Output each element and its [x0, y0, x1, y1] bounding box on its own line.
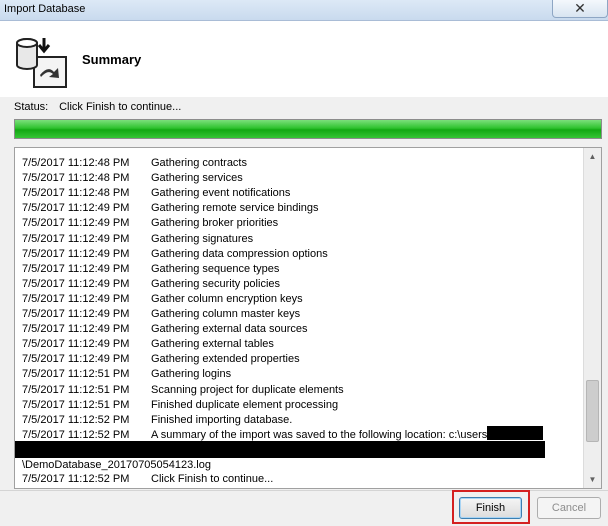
log-timestamp: 7/5/2017 11:12:49 PM [22, 202, 130, 215]
scrollbar-thumb[interactable] [586, 380, 599, 442]
log-row: 7/5/2017 11:12:49 PM Gathering extended p… [15, 352, 583, 367]
log-timestamp: 7/5/2017 11:12:49 PM [22, 308, 130, 320]
status-text: Click Finish to continue... [59, 101, 182, 113]
log-row: 7/5/2017 11:12:51 PM Gathering logins [15, 367, 583, 382]
log-message: Finished importing database. [151, 413, 293, 426]
log-message: Gathering column master keys [151, 308, 301, 320]
redaction-bar [15, 441, 545, 458]
log-row: 7/5/2017 11:12:49 PM Gathering security p… [15, 277, 583, 292]
log-row: 7/5/2017 11:12:49 PM Gathering broker pri… [15, 216, 583, 231]
log-message: Gathering sequence types [151, 262, 280, 275]
log-timestamp: 7/5/2017 11:12:52 PM [22, 413, 130, 426]
log-timestamp: 7/5/2017 11:12:48 PM [22, 157, 130, 169]
log-message: Gathering remote service bindings [151, 202, 319, 215]
log-message: Scanning project for duplicate elements [151, 383, 344, 396]
log-timestamp: 7/5/2017 11:12:49 PM [22, 338, 130, 351]
log-message: Gathering external data sources [151, 323, 308, 336]
log-row: 7/5/2017 11:12:49 PM Gathering external d… [15, 322, 583, 337]
log-row: 7/5/2017 11:12:51 PM Finished duplicate e… [15, 398, 583, 413]
log-row: 7/5/2017 11:12:49 PM Gather column encryp… [15, 292, 583, 307]
log-timestamp: 7/5/2017 11:12:49 PM [22, 292, 130, 305]
log-row: 7/5/2017 11:12:49 PM Gathering external t… [15, 337, 583, 352]
log-path-continuation: \DemoDatabase_20170705054123.log [22, 459, 211, 471]
log-row: 7/5/2017 11:12:49 PM Gathering sequence t… [15, 262, 583, 277]
window-title: Import Database [4, 3, 86, 15]
log-timestamp: 7/5/2017 11:12:52 PM [22, 473, 130, 485]
log-row: 7/5/2017 11:12:48 PM Gathering contracts [15, 156, 583, 171]
wizard-header: Summary [0, 21, 608, 97]
cancel-button[interactable]: Cancel [537, 497, 601, 519]
log-row: 7/5/2017 11:12:49 PM Gathering column mas… [15, 307, 583, 322]
vertical-scrollbar[interactable]: ▲ ▼ [583, 148, 601, 488]
log-message: Gathering external tables [151, 338, 274, 351]
log-timestamp: 7/5/2017 11:12:49 PM [22, 353, 130, 366]
log-message: Click Finish to continue... [151, 473, 274, 485]
scroll-clip [15, 148, 583, 152]
database-import-icon [16, 38, 67, 88]
log-timestamp: 7/5/2017 11:12:48 PM [22, 172, 130, 185]
log-message: Gathering security policies [151, 277, 281, 290]
log-timestamp: 7/5/2017 11:12:49 PM [22, 232, 130, 245]
log-timestamp: 7/5/2017 11:12:49 PM [22, 217, 130, 230]
status-row: Status: Click Finish to continue... [14, 101, 181, 113]
log-message: Gathering contracts [151, 157, 247, 169]
progress-bar [14, 119, 602, 139]
log-timestamp: 7/5/2017 11:12:49 PM [22, 247, 130, 260]
log-message: Gathering services [151, 172, 243, 185]
log-timestamp: 7/5/2017 11:12:49 PM [22, 262, 130, 275]
status-label: Status: [14, 101, 49, 113]
log-message: Gathering logins [151, 368, 232, 381]
log-row: 7/5/2017 11:12:48 PM Gathering event noti… [15, 186, 583, 201]
scroll-up-icon[interactable]: ▲ [584, 148, 601, 165]
log-row: 7/5/2017 11:12:49 PM Gathering signatures [15, 232, 583, 247]
log-row: 7/5/2017 11:12:51 PM Scanning project for… [15, 383, 583, 398]
finish-button[interactable]: Finish [459, 497, 522, 519]
log-message: Gathering data compression options [151, 247, 328, 260]
log-message: Finished duplicate element processing [151, 398, 339, 411]
page-title: Summary [82, 52, 142, 67]
scroll-down-icon[interactable]: ▼ [584, 471, 601, 488]
log-message: Gathering broker priorities [151, 217, 279, 230]
close-button[interactable]: ✕ [552, 0, 608, 18]
log-timestamp: 7/5/2017 11:12:51 PM [22, 368, 130, 381]
log-row: 7/5/2017 11:12:49 PM Gathering data compr… [15, 247, 583, 262]
log-timestamp: 7/5/2017 11:12:49 PM [22, 277, 130, 290]
log-timestamp: 7/5/2017 11:12:51 PM [22, 398, 130, 411]
log-message: Gathering signatures [151, 232, 254, 245]
log-rows: 7/5/2017 11:12:48 PM Gathering contracts 7… [15, 148, 583, 488]
redaction-bar [487, 426, 543, 440]
log-timestamp: 7/5/2017 11:12:48 PM [22, 187, 130, 200]
log-message: Gather column encryption keys [151, 292, 303, 305]
log-list[interactable]: 7/5/2017 11:12:48 PM Gathering contracts 7… [14, 147, 602, 489]
title-bar: Import Database ✕ [0, 0, 608, 21]
log-row-final: 7/5/2017 11:12:52 PM Click Finish to con… [15, 472, 583, 487]
progress-bar-fill [15, 120, 601, 138]
log-timestamp: 7/5/2017 11:12:49 PM [22, 323, 130, 336]
log-message: Gathering extended properties [151, 353, 300, 366]
log-message: Gathering event notifications [151, 187, 291, 200]
log-row: 7/5/2017 11:12:49 PM Gathering remote ser… [15, 201, 583, 216]
log-timestamp: 7/5/2017 11:12:51 PM [22, 383, 130, 396]
close-icon: ✕ [574, 0, 586, 16]
log-row: 7/5/2017 11:12:48 PM Gathering services [15, 171, 583, 186]
